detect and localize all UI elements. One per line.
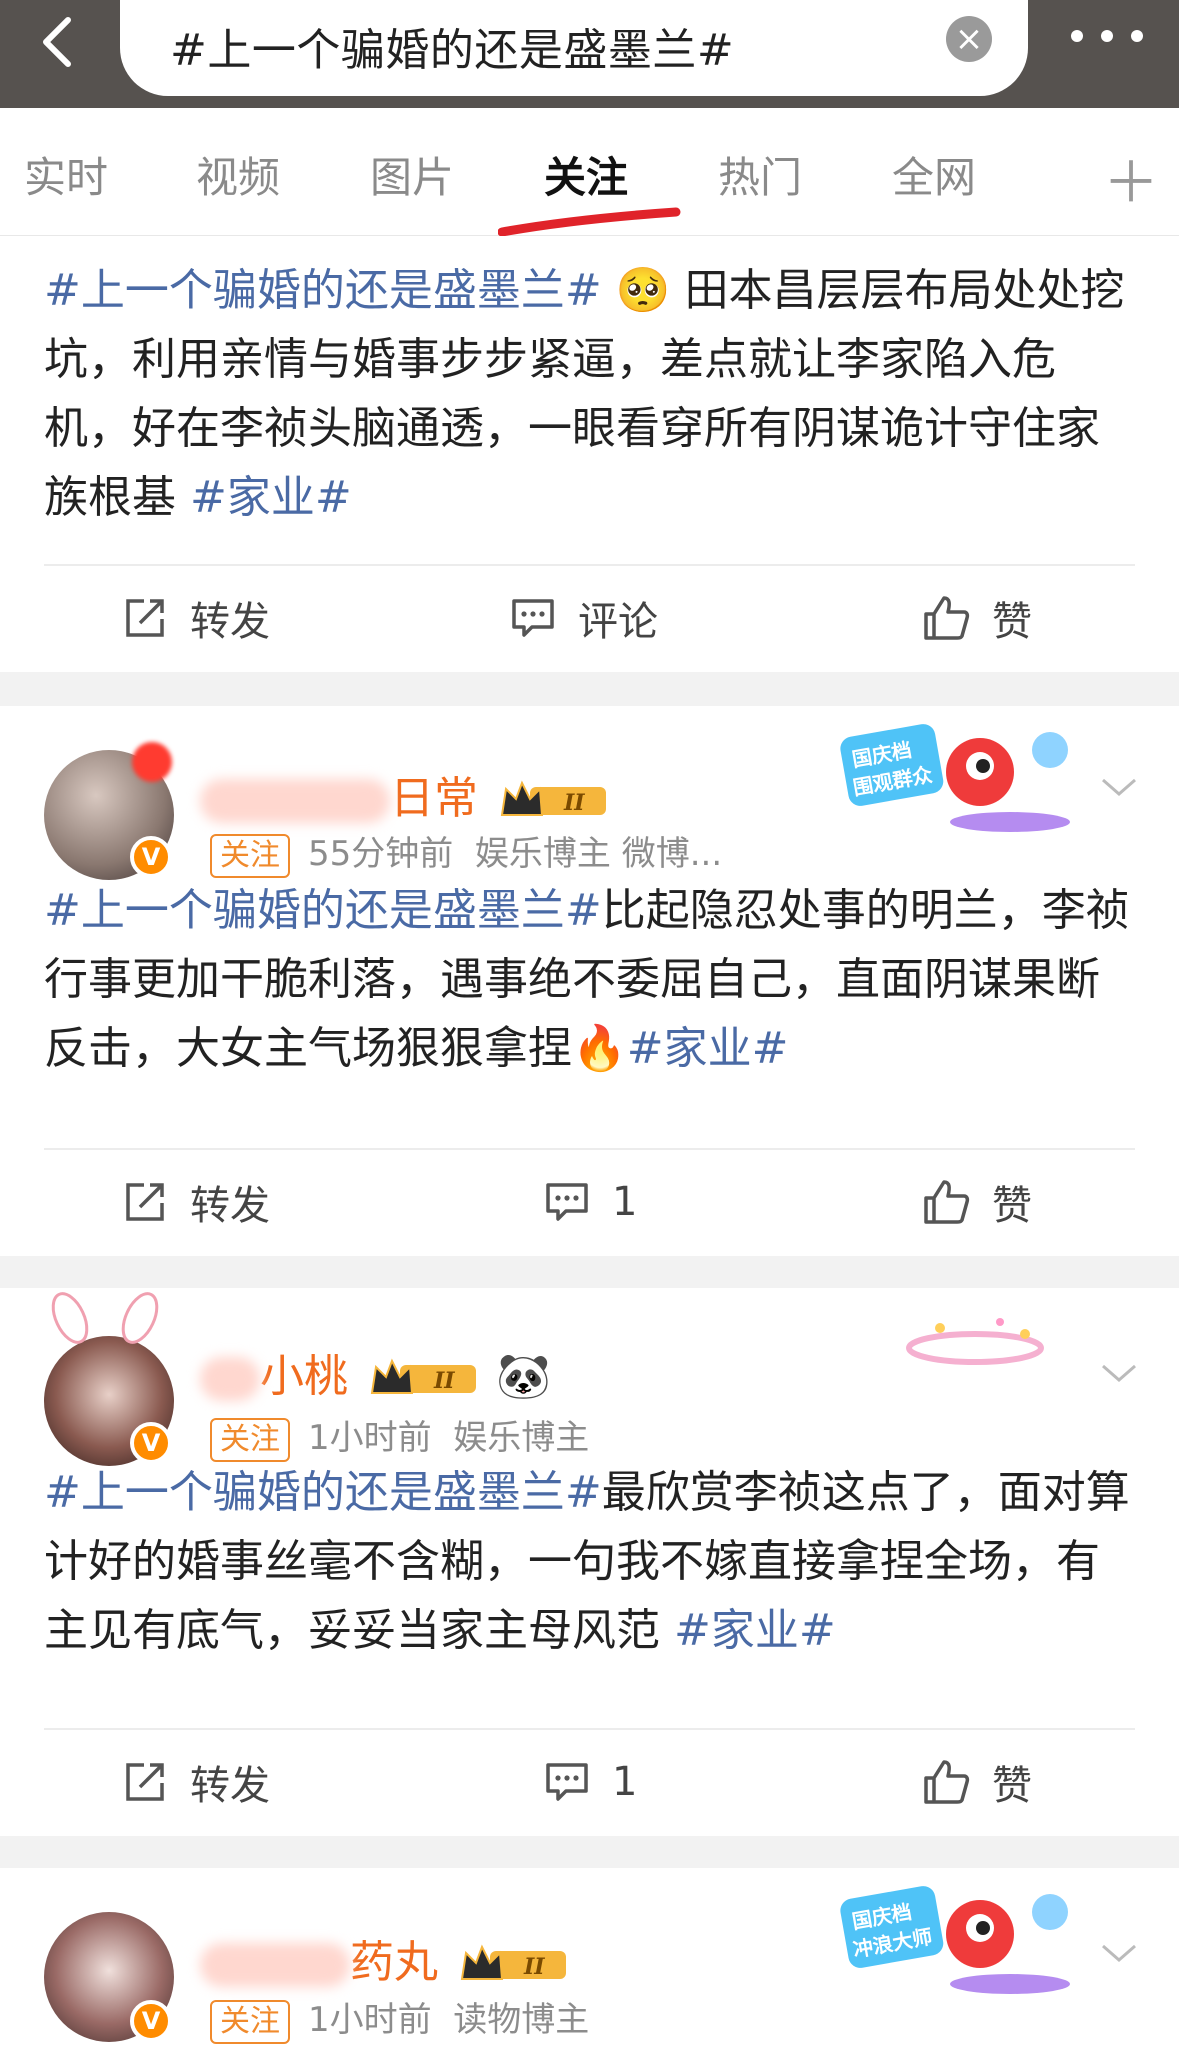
sparkle-decoration — [906, 1318, 1044, 1365]
chevron-down-icon[interactable] — [1099, 1358, 1139, 1388]
follow-button[interactable]: 关注 — [210, 1418, 290, 1462]
action-bar: 转发 1 赞 — [0, 1730, 1179, 1830]
repost-button[interactable]: 转发 — [122, 588, 270, 648]
like-label: 赞 — [992, 1763, 1032, 1809]
comment-button[interactable]: 1 — [544, 1172, 637, 1232]
blurred-name — [200, 1357, 260, 1401]
follow-button[interactable]: 关注 — [210, 2000, 290, 2044]
verified-v-icon: V — [130, 836, 172, 878]
post-card: V 药丸 II 关注 1小时前 读物博主 国庆档 冲浪大师 — [0, 1868, 1179, 2067]
like-icon — [924, 596, 970, 640]
repost-icon — [126, 1763, 164, 1801]
comment-count: 1 — [612, 1759, 638, 1805]
tab-video[interactable]: 视频 — [196, 144, 280, 205]
post-text: #上一个骗婚的还是盛墨兰#最欣赏李祯这点了，面对算计好的婚事丝毫不含糊，一句我不… — [44, 1458, 1139, 1665]
repost-button[interactable]: 转发 — [122, 1172, 270, 1232]
svg-text:II: II — [433, 1368, 455, 1394]
post-meta: 关注 1小时前 娱乐博主 — [210, 1410, 589, 1462]
search-query[interactable]: #上一个骗婚的还是盛墨兰# — [170, 14, 734, 78]
crown-level-icon: II — [500, 780, 606, 816]
user-role: 娱乐博主 微博... — [474, 834, 723, 874]
topic-tag-jiaye[interactable]: #家业# — [674, 1605, 836, 1656]
username[interactable]: 小桃 II 🐼 — [200, 1340, 551, 1404]
chevron-down-icon[interactable] — [1099, 772, 1139, 802]
post-time: 1小时前 — [308, 2000, 432, 2040]
chevron-down-icon[interactable] — [1099, 1938, 1139, 1968]
clear-icon[interactable]: × — [946, 16, 992, 62]
pleading-emoji: 🥺 — [615, 265, 671, 316]
tab-images[interactable]: 图片 — [370, 144, 454, 205]
comment-icon — [512, 599, 554, 637]
topic-tag[interactable]: #上一个骗婚的还是盛墨兰# — [44, 265, 602, 316]
svg-text:II: II — [563, 790, 585, 816]
post-card: V 日常 II 关注 55分钟前 娱乐博主 微博... 国庆档 围观群众 #上一个… — [0, 706, 1179, 1256]
action-bar: 转发 评论 赞 — [0, 566, 1179, 666]
comment-label: 评论 — [578, 599, 658, 645]
back-arrow-icon[interactable] — [28, 10, 88, 70]
topic-tag[interactable]: #上一个骗婚的还是盛墨兰# — [44, 885, 602, 936]
post-card: #上一个骗婚的还是盛墨兰# 🥺 田本昌层层布局处处挖坑，利用亲情与婚事步步紧逼，… — [0, 236, 1179, 672]
tab-all-web[interactable]: 全网 — [892, 144, 976, 205]
user-role: 娱乐博主 — [453, 1418, 590, 1458]
repost-label: 转发 — [190, 1183, 270, 1229]
blurred-name — [200, 1943, 350, 1987]
repost-icon — [126, 1183, 164, 1221]
festival-badge: 国庆档 围观群众 — [840, 724, 1070, 832]
username-visible: 日常 — [390, 773, 478, 824]
like-icon — [924, 1180, 970, 1224]
comment-count: 1 — [612, 1179, 638, 1225]
tab-underline-mark — [498, 207, 681, 237]
repost-button[interactable]: 转发 — [122, 1752, 270, 1812]
username[interactable]: 日常 II — [200, 762, 612, 826]
like-button[interactable]: 赞 — [922, 1172, 1032, 1232]
topic-tag[interactable]: #上一个骗婚的还是盛墨兰# — [44, 1467, 602, 1518]
topic-tag-jiaye[interactable]: #家业# — [627, 1023, 789, 1074]
crown-level-icon: II — [460, 1944, 566, 1980]
bunny-ears-decoration — [51, 1292, 159, 1344]
username-visible: 药丸 — [350, 1937, 438, 1988]
username[interactable]: 药丸 II — [200, 1926, 572, 1990]
repost-label: 转发 — [190, 1763, 270, 1809]
like-icon — [924, 1760, 970, 1804]
action-bar: 转发 1 赞 — [0, 1150, 1179, 1250]
comment-button[interactable]: 评论 — [510, 588, 658, 648]
like-label: 赞 — [992, 599, 1032, 645]
blurred-name — [200, 779, 390, 823]
svg-text:II: II — [523, 1954, 545, 1980]
username-visible: 小桃 — [260, 1351, 348, 1402]
tab-hot[interactable]: 热门 — [718, 144, 802, 205]
search-box[interactable]: #上一个骗婚的还是盛墨兰# × — [120, 0, 1028, 96]
comment-icon — [546, 1763, 588, 1801]
repost-label: 转发 — [190, 599, 270, 645]
fire-emoji: 🔥 — [572, 1023, 627, 1074]
festival-badge: 国庆档 冲浪大师 — [840, 1886, 1070, 1994]
like-button[interactable]: 赞 — [922, 588, 1032, 648]
more-icon[interactable] — [1071, 30, 1143, 46]
tab-realtime[interactable]: 实时 — [24, 144, 108, 205]
post-meta: 关注 1小时前 读物博主 — [210, 1992, 589, 2044]
post-meta: 关注 55分钟前 娱乐博主 微博... — [210, 826, 722, 878]
user-role: 读物博主 — [453, 2000, 590, 2040]
post-text: #上一个骗婚的还是盛墨兰# 🥺 田本昌层层布局处处挖坑，利用亲情与婚事步步紧逼，… — [44, 256, 1139, 532]
topic-tag-jiaye[interactable]: #家业# — [190, 472, 352, 523]
verified-v-icon: V — [130, 2000, 172, 2042]
post-time: 1小时前 — [308, 1418, 432, 1458]
notification-dot — [132, 742, 172, 782]
like-button[interactable]: 赞 — [922, 1752, 1032, 1812]
crown-level-icon: II — [370, 1358, 476, 1394]
post-text: #上一个骗婚的还是盛墨兰#比起隐忍处事的明兰，李祯行事更加干脆利落，遇事绝不委屈… — [44, 876, 1139, 1083]
plus-icon[interactable]: ＋ — [1103, 138, 1159, 219]
like-label: 赞 — [992, 1183, 1032, 1229]
comment-button[interactable]: 1 — [544, 1752, 637, 1812]
tab-following[interactable]: 关注 — [544, 144, 628, 205]
top-bar: #上一个骗婚的还是盛墨兰# × — [0, 0, 1179, 108]
panda-emoji: 🐼 — [496, 1351, 551, 1402]
repost-icon — [126, 599, 164, 637]
tab-bar: 实时 视频 图片 关注 热门 全网 ＋ — [0, 108, 1179, 237]
follow-button[interactable]: 关注 — [210, 834, 290, 878]
post-time: 55分钟前 — [308, 834, 454, 874]
comment-icon — [546, 1183, 588, 1221]
post-card: V 小桃 II 🐼 关注 1小时前 娱乐博主 #上一个骗婚的还是盛墨兰#最欣赏李祯… — [0, 1288, 1179, 1836]
